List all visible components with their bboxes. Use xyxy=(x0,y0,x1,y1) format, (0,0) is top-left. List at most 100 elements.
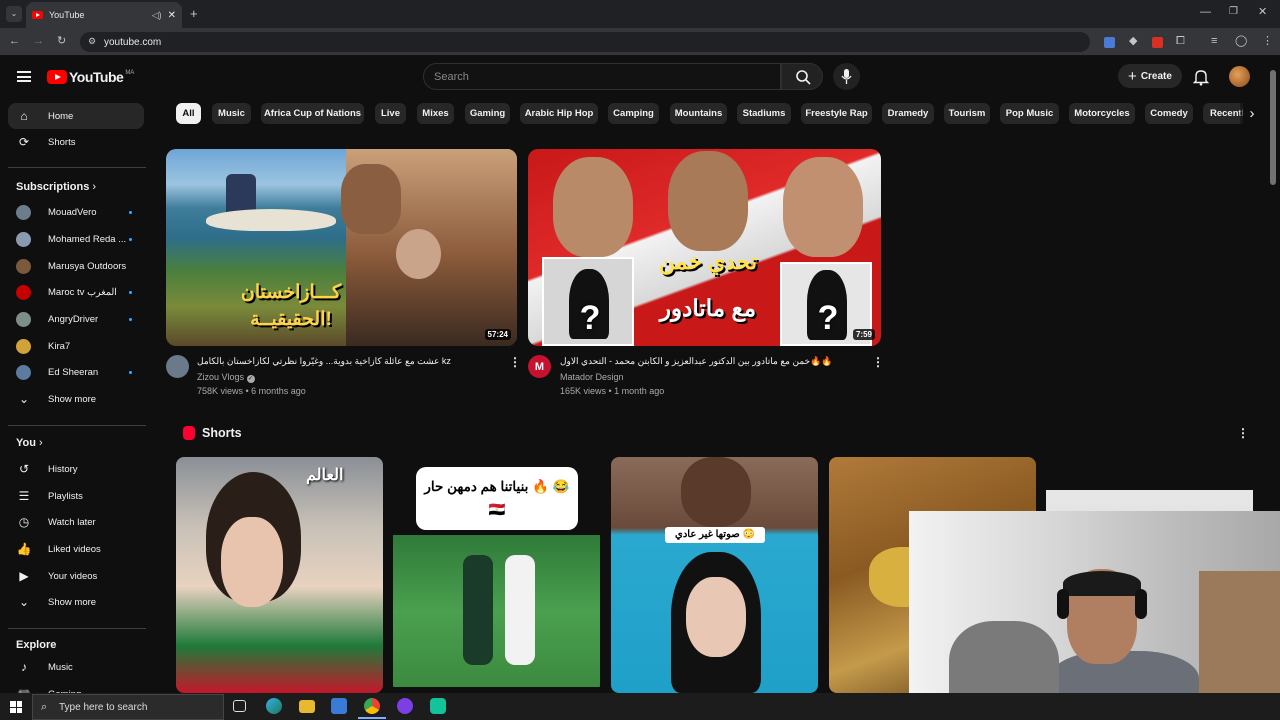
translate-extension-icon[interactable] xyxy=(1104,37,1115,48)
chip-mountains[interactable]: Mountains xyxy=(670,103,727,124)
show-more-label: Show more xyxy=(48,393,97,405)
chip-live[interactable]: Live xyxy=(375,103,406,124)
subscription-item[interactable]: Marusya Outdoors xyxy=(8,253,144,279)
youtube-favicon-icon xyxy=(32,11,43,19)
sidebar-item-liked-videos[interactable]: 👍 Liked videos xyxy=(8,536,144,562)
short-item[interactable]: صوتها غير عادي 😳 xyxy=(611,457,818,693)
media-controls-icon[interactable]: ≡ xyxy=(1211,36,1217,47)
subscription-item[interactable]: Kira7 xyxy=(8,333,144,359)
address-bar[interactable]: ⚙ youtube.com xyxy=(80,32,1090,52)
subscription-item[interactable]: Mohamed Reda ... xyxy=(8,226,144,252)
browser-tab-bar: ⌄ YouTube ◁) ✕ + — ❐ ✕ xyxy=(0,0,1280,28)
subscription-label: AngryDriver xyxy=(48,313,99,325)
short-item[interactable]: العالم xyxy=(176,457,383,693)
sidebar-item-watch-later[interactable]: ◷ Watch later xyxy=(8,509,144,535)
video-thumbnail[interactable]: كـــازاخستان الحقيقيــة! 57:24 xyxy=(166,149,517,346)
avatar[interactable] xyxy=(1229,66,1250,87)
chip-arabic-hip-hop[interactable]: Arabic Hip Hop xyxy=(520,103,598,124)
channel-avatar[interactable]: M xyxy=(528,355,551,378)
question-mark: ? xyxy=(579,299,601,337)
video-thumbnail[interactable]: ? ? تحدي خمن مع ماتادور 7:59 xyxy=(528,149,881,346)
logo-region: MA xyxy=(125,70,135,76)
shorts-icon: ⟳ xyxy=(18,135,30,149)
restore-icon[interactable]: ❐ xyxy=(1229,7,1238,17)
back-icon[interactable]: ← xyxy=(9,36,20,47)
shorts-menu-icon[interactable]: ⋮ xyxy=(1237,426,1249,440)
extension-diamond-icon[interactable]: ◆ xyxy=(1129,36,1137,47)
tab-search-icon[interactable]: ⌄ xyxy=(6,6,22,22)
show-more-you[interactable]: ⌄ Show more xyxy=(8,589,144,615)
chip-pop-music[interactable]: Pop Music xyxy=(1000,103,1059,124)
chip-music[interactable]: Music xyxy=(212,103,251,124)
taskbar-search-input[interactable]: ⌕ Type here to search xyxy=(32,694,224,720)
browser-menu-icon[interactable]: ⋮ xyxy=(1262,36,1273,47)
forward-icon[interactable]: → xyxy=(33,36,44,47)
subscription-label: Maroc tv المغرب xyxy=(48,286,117,298)
chip-camping[interactable]: Camping xyxy=(608,103,659,124)
minimize-icon[interactable]: — xyxy=(1200,7,1211,18)
chip-stadiums[interactable]: Stadiums xyxy=(737,103,791,124)
chip-freestyle-rap[interactable]: Freestyle Rap xyxy=(801,103,872,124)
recorder-app-icon[interactable] xyxy=(430,698,446,714)
chip-africa-cup[interactable]: Africa Cup of Nations xyxy=(261,103,364,124)
tab-youtube[interactable]: YouTube ◁) ✕ xyxy=(26,2,182,28)
profile-icon[interactable]: ◯ xyxy=(1235,36,1247,47)
microsoft-store-icon[interactable] xyxy=(331,698,347,714)
sidebar-item-shorts[interactable]: ⟳ Shorts xyxy=(8,129,144,155)
subscription-item[interactable]: AngryDriver xyxy=(8,306,144,332)
search-input[interactable]: Search xyxy=(423,63,781,90)
close-tab-icon[interactable]: ✕ xyxy=(168,10,176,21)
windows-start-icon[interactable] xyxy=(10,701,22,713)
sidebar-item-your-videos[interactable]: ▶ Your videos xyxy=(8,563,144,589)
chips-next-arrow-icon[interactable]: › xyxy=(1240,101,1264,126)
short-item[interactable]: بنياتنا هم دمهن حار 🔥 😂🇪🇬 xyxy=(393,457,600,693)
sidebar-item-music[interactable]: ♪ Music xyxy=(8,654,144,680)
mystery-box-left: ? xyxy=(542,257,634,346)
search-button[interactable] xyxy=(781,63,823,90)
extension-red-icon[interactable] xyxy=(1152,37,1163,48)
channel-name[interactable]: Matador Design xyxy=(560,372,624,382)
video-title[interactable]: عشت مع عائلة كازاخية بدوية... وغيّروا نظ… xyxy=(197,356,497,367)
video-menu-icon[interactable]: ⋮ xyxy=(509,355,521,369)
chip-mixes[interactable]: Mixes xyxy=(417,103,454,124)
chrome-icon[interactable] xyxy=(364,698,380,714)
sidebar-item-home[interactable]: ⌂ Home xyxy=(8,103,144,129)
streaming-app-icon[interactable] xyxy=(397,698,413,714)
window-close-icon[interactable]: ✕ xyxy=(1258,7,1267,18)
voice-search-button[interactable] xyxy=(833,63,860,90)
create-button[interactable]: + Create xyxy=(1118,64,1182,88)
new-tab-icon[interactable]: + xyxy=(190,7,198,20)
subscriptions-heading[interactable]: Subscriptions › xyxy=(16,181,96,193)
chip-all[interactable]: All xyxy=(176,103,201,124)
notifications-button[interactable] xyxy=(1192,68,1210,91)
chip-dramedy[interactable]: Dramedy xyxy=(882,103,934,124)
sidebar-item-playlists[interactable]: ☰ Playlists xyxy=(8,483,144,509)
extensions-puzzle-icon[interactable]: ⧠ xyxy=(1176,36,1185,47)
subscription-item[interactable]: Maroc tv المغرب xyxy=(8,279,144,305)
new-content-dot xyxy=(129,238,132,241)
show-more-subscriptions[interactable]: ⌄ Show more xyxy=(8,386,144,412)
guide-menu-icon[interactable] xyxy=(17,71,31,82)
page-scrollbar[interactable] xyxy=(1270,70,1276,185)
you-heading[interactable]: You › xyxy=(16,437,43,449)
subscription-item[interactable]: MouadVero xyxy=(8,199,144,225)
subscription-item[interactable]: Ed Sheeran xyxy=(8,359,144,385)
chip-recently-uploaded[interactable]: Recentl xyxy=(1203,103,1243,124)
task-view-icon[interactable] xyxy=(233,700,246,712)
short-overlay-text: العالم xyxy=(306,467,344,484)
reload-icon[interactable]: ↻ xyxy=(57,36,66,47)
channel-name[interactable]: Zizou Vlogs ✓ xyxy=(197,372,255,383)
edge-browser-icon[interactable] xyxy=(266,698,282,714)
site-info-icon[interactable]: ⚙ xyxy=(88,37,96,46)
channel-avatar[interactable] xyxy=(166,355,189,378)
video-menu-icon[interactable]: ⋮ xyxy=(872,355,884,369)
chip-comedy[interactable]: Comedy xyxy=(1145,103,1193,124)
chip-motorcycles[interactable]: Motorcycles xyxy=(1069,103,1135,124)
sidebar-item-history[interactable]: ↺ History xyxy=(8,456,144,482)
youtube-logo[interactable]: YouTube MA xyxy=(47,69,134,85)
chip-tourism[interactable]: Tourism xyxy=(944,103,990,124)
file-explorer-icon[interactable] xyxy=(299,700,315,713)
video-title[interactable]: خمن مع ماتادور بين الدكتور عبدالعزيز و ا… xyxy=(560,356,860,367)
chip-gaming[interactable]: Gaming xyxy=(465,103,510,124)
speaker-icon[interactable]: ◁) xyxy=(152,10,162,21)
